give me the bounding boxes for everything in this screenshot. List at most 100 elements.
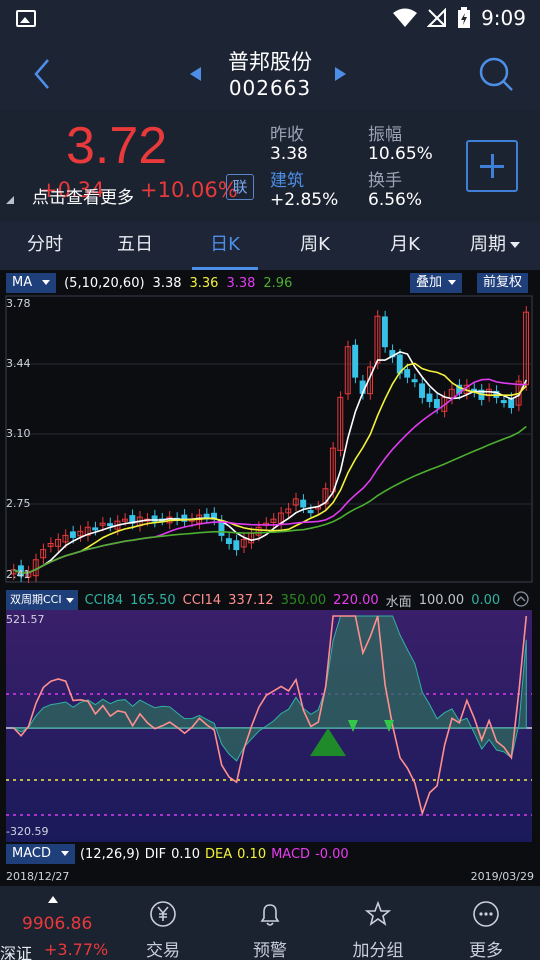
prev-close-value: 3.38 <box>270 144 308 164</box>
candle-body <box>225 538 232 545</box>
nav-label: 预警 <box>253 941 287 960</box>
macd-item: MACD <box>271 846 311 862</box>
index-change-percent: +3.77% <box>44 940 109 959</box>
prev-close-label: 昨收 <box>270 125 304 145</box>
main-chart-frame <box>5 295 533 583</box>
index-name: 深证 <box>0 944 33 960</box>
corner-triangle-icon <box>6 196 14 204</box>
macd-item: -0.00 <box>315 846 349 862</box>
amplitude-value: 10.65% <box>368 144 433 164</box>
kline-chart-area[interactable]: MA (5,10,20,60) 3.38 3.36 3.38 2.96 叠加 前… <box>0 270 540 886</box>
search-icon[interactable] <box>476 54 516 94</box>
price-axis-label: 3.78 <box>6 297 31 310</box>
price-axis-label: 3.44 <box>6 357 31 370</box>
stock-header: 普邦股份 002663 <box>0 38 540 110</box>
candle-body <box>419 383 426 398</box>
tab-weekly-k[interactable]: 周K <box>270 222 360 270</box>
index-value: 9906.86 <box>22 914 93 934</box>
candle-body <box>352 344 359 378</box>
nav-label: 更多 <box>469 941 503 960</box>
next-stock-icon[interactable] <box>334 67 346 81</box>
date-axis: 2018/12/27 2019/03/29 <box>0 868 540 886</box>
price-axis-label: 3.10 <box>6 427 31 440</box>
add-watchlist-button[interactable] <box>466 140 518 192</box>
price-change-percent: +10.06% <box>140 178 238 202</box>
last-price: 3.72 <box>66 117 168 175</box>
candle-body <box>411 379 418 383</box>
candle-body <box>300 499 307 508</box>
period-tabs: 分时 五日 日K 周K 月K 周期 <box>0 222 540 270</box>
gallery-notification-icon <box>16 10 36 27</box>
candle-body <box>307 510 314 514</box>
cci-indicator-select[interactable]: 双周期CCI <box>6 590 78 610</box>
candle-body <box>203 513 210 518</box>
end-date: 2019/03/29 <box>470 870 534 883</box>
ma-line <box>13 425 527 574</box>
turnover-label: 换手 <box>368 171 402 191</box>
cci-item: CCI14 <box>182 592 222 608</box>
star-icon <box>364 900 392 926</box>
price-axis-label: 2.41 <box>6 568 31 581</box>
cci-item: 100.00 <box>418 592 465 608</box>
macd-item: 0.10 <box>171 846 201 862</box>
wifi-icon <box>393 8 418 27</box>
candle-body <box>69 531 76 538</box>
moving-average-lines <box>13 351 528 574</box>
candle-body <box>92 527 99 531</box>
macd-indicator-bar: MACD (12,26,9) DIF 0.10 DEA 0.10 MACD -0… <box>6 844 349 864</box>
stock-code: 002663 <box>228 76 312 100</box>
candle-body <box>233 540 240 551</box>
chevron-down-icon <box>510 242 520 248</box>
candlesticks <box>10 306 529 584</box>
candle-body <box>433 399 440 409</box>
start-date: 2018/12/27 <box>6 870 70 883</box>
stock-name: 普邦股份 <box>228 50 312 74</box>
battery-charging-icon <box>458 7 471 28</box>
macd-params: (12,26,9) <box>79 846 140 862</box>
macd-item: 0.10 <box>237 846 267 862</box>
cci-settings-icon[interactable] <box>512 590 530 608</box>
candle-body <box>107 523 113 527</box>
cci-item: 165.50 <box>130 592 176 608</box>
no-signal-icon <box>427 8 447 27</box>
bell-icon <box>260 904 280 926</box>
dropdown-caret-icon <box>65 597 74 603</box>
cci-axis-bottom: -320.59 <box>6 825 49 838</box>
candle-body <box>218 520 225 536</box>
macd-indicator-select[interactable]: MACD <box>6 844 75 864</box>
macd-item: DEA <box>205 846 233 862</box>
sector-name[interactable]: 建筑 <box>270 166 304 191</box>
index-ticker[interactable]: 9906.86 深证 +3.77% <box>0 886 110 960</box>
sector-change: +2.85% <box>270 190 339 210</box>
cci-indicator-bar: 双周期CCI CCI84 165.50 CCI14 337.12 350.00 … <box>6 590 500 610</box>
amplitude-label: 振幅 <box>368 125 402 145</box>
nav-label: 加分组 <box>352 941 404 960</box>
cci-item: 350.00 <box>280 592 327 608</box>
cci-item: CCI84 <box>84 592 124 608</box>
candle-body <box>381 316 388 348</box>
bottom-navigation: 9906.86 深证 +3.77% 交易 预警 加分组 更多 <box>0 886 540 960</box>
cci-item: 220.00 <box>333 592 379 608</box>
cci-item: 水面 <box>385 594 412 610</box>
candle-body <box>508 398 515 409</box>
candle-body <box>404 369 411 378</box>
linked-badge[interactable]: 联 <box>226 174 254 200</box>
tab-period[interactable]: 周期 <box>450 222 540 270</box>
status-bar: 9:09 <box>0 0 540 38</box>
view-more-hint[interactable]: 点击查看更多 <box>32 183 134 208</box>
tab-intraday[interactable]: 分时 <box>0 222 90 270</box>
tab-five-day[interactable]: 五日 <box>90 222 180 270</box>
macd-item: DIF <box>144 846 167 862</box>
ma-line <box>13 378 527 574</box>
main-grid <box>6 363 532 505</box>
tab-daily-k[interactable]: 日K <box>180 222 270 270</box>
cci-axis-top: 521.57 <box>6 613 45 626</box>
candle-body <box>500 400 507 404</box>
dropdown-caret-icon <box>60 851 69 856</box>
candle-body <box>426 393 433 402</box>
quote-panel[interactable]: 3.72 +0.34 +10.06% 点击查看更多 联 昨收 3.38 建筑 +… <box>0 110 540 222</box>
tab-monthly-k[interactable]: 月K <box>360 222 450 270</box>
cci-item: 337.12 <box>228 592 274 608</box>
chart-canvas <box>5 295 533 842</box>
yen-circle-icon <box>150 901 176 927</box>
